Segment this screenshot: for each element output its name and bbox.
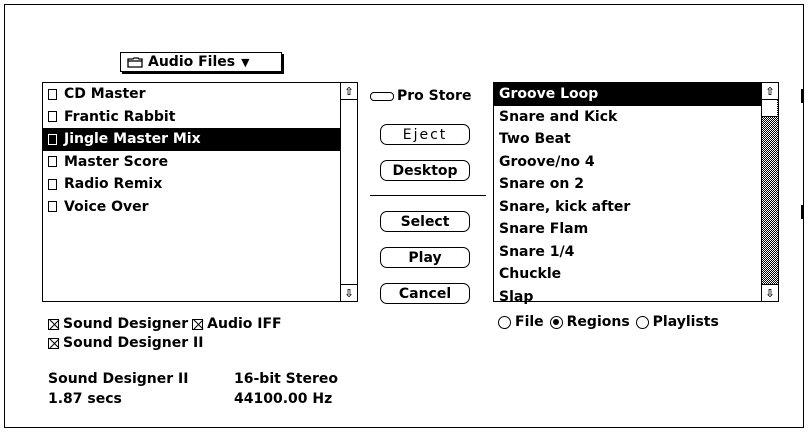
list-item[interactable]: Slap	[494, 286, 761, 309]
info-sample-rate: 44100.00 Hz	[234, 391, 333, 407]
document-icon	[48, 111, 57, 123]
list-item-label: Snare Flam	[499, 221, 589, 238]
list-item[interactable]: Master Score	[43, 151, 340, 174]
disk-name: Pro Store	[370, 88, 471, 104]
button-divider	[370, 195, 486, 196]
document-icon	[48, 156, 57, 168]
list-item[interactable]: Snare and Kick	[494, 106, 761, 129]
folder-popup-label: Audio Files	[148, 54, 236, 70]
info-format: Sound Designer II	[48, 371, 189, 387]
format-options-row-1: Sound Designer Audio IFF	[48, 316, 282, 332]
list-item[interactable]: Snare Flam	[494, 218, 761, 241]
radio-icon	[635, 315, 649, 329]
list-item[interactable]: Snare, kick after	[494, 196, 761, 219]
list-item-label: Groove/no 4	[499, 153, 595, 170]
list-item[interactable]: Groove Loop	[494, 83, 761, 106]
list-item-label: Frantic Rabbit	[64, 108, 176, 125]
scroll-track[interactable]	[762, 100, 778, 284]
list-item-label: Snare and Kick	[499, 108, 618, 125]
region-list-scrollbar[interactable]: ⇧ ⇩	[761, 83, 778, 301]
list-item[interactable]: Snare 1/4	[494, 241, 761, 264]
disk-drive-icon	[370, 91, 394, 101]
checkbox-label: Sound Designer II	[63, 335, 204, 351]
play-button[interactable]: Play	[380, 247, 470, 268]
list-item-label: Master Score	[64, 153, 169, 170]
info-duration: 1.87 secs	[48, 391, 122, 407]
scroll-down-arrow-icon[interactable]: ⇩	[341, 284, 357, 301]
disk-label: Pro Store	[397, 88, 472, 104]
view-mode-radio-group: File Regions Playlists	[498, 314, 725, 330]
list-item-label: CD Master	[64, 86, 146, 103]
list-item[interactable]: CD Master	[43, 83, 340, 106]
checkbox-icon	[48, 337, 59, 349]
list-item[interactable]: Jingle Master Mix	[43, 128, 340, 151]
list-item-label: Voice Over	[64, 198, 149, 215]
chevron-down-icon: ▼	[241, 55, 250, 69]
window-edge-mark	[801, 89, 803, 103]
scroll-down-arrow-icon[interactable]: ⇩	[762, 284, 778, 301]
scroll-up-arrow-icon[interactable]: ⇧	[762, 83, 778, 100]
region-list[interactable]: Groove Loop Snare and Kick Two Beat Groove/…	[493, 82, 779, 305]
audio-iff-checkbox[interactable]: Audio IFF	[192, 316, 282, 332]
radio-regions[interactable]: Regions	[549, 314, 630, 330]
file-list-scrollbar[interactable]: ⇧ ⇩	[340, 83, 357, 301]
list-item-label: Snare, kick after	[499, 198, 631, 215]
info-channels: 16-bit Stereo	[234, 371, 338, 387]
radio-label: File	[515, 314, 544, 330]
radio-file[interactable]: File	[498, 314, 544, 330]
list-item-label: Jingle Master Mix	[64, 131, 201, 148]
select-button[interactable]: Select	[380, 211, 470, 232]
list-item[interactable]: Two Beat	[494, 128, 761, 151]
checkbox-icon	[192, 318, 204, 330]
window-edge-mark	[801, 205, 803, 219]
file-list[interactable]: CD Master Frantic Rabbit Jingle Master Mix…	[42, 82, 358, 302]
list-item[interactable]: Radio Remix	[43, 173, 340, 196]
list-item-label: Slap	[499, 288, 534, 305]
sound-designer-ii-checkbox[interactable]: Sound Designer II	[48, 335, 203, 351]
document-icon	[48, 88, 57, 100]
region-list-rows: Groove Loop Snare and Kick Two Beat Groove/…	[494, 83, 761, 305]
format-options-row-2: Sound Designer II	[48, 335, 203, 351]
list-item[interactable]: Voice Over	[43, 196, 340, 219]
list-item[interactable]: Frantic Rabbit	[43, 106, 340, 129]
checkbox-label: Audio IFF	[207, 316, 282, 332]
radio-label: Regions	[566, 314, 630, 330]
folder-icon	[127, 56, 143, 68]
list-item[interactable]: Chuckle	[494, 263, 761, 286]
radio-icon	[549, 315, 563, 329]
scroll-up-arrow-icon[interactable]: ⇧	[341, 83, 357, 100]
desktop-button[interactable]: Desktop	[380, 160, 470, 181]
checkbox-icon	[48, 318, 59, 330]
sound-designer-checkbox[interactable]: Sound Designer	[48, 316, 188, 332]
scroll-thumb[interactable]	[762, 100, 777, 117]
radio-label: Playlists	[652, 314, 719, 330]
list-item-label: Snare 1/4	[499, 243, 575, 260]
file-list-rows: CD Master Frantic Rabbit Jingle Master Mix…	[43, 83, 340, 301]
document-icon	[48, 201, 57, 213]
document-icon	[48, 133, 57, 145]
list-item[interactable]: Groove/no 4	[494, 151, 761, 174]
list-item-label: Radio Remix	[64, 176, 163, 193]
list-item-label: Snare on 2	[499, 176, 584, 193]
radio-icon	[498, 315, 511, 329]
folder-popup-menu[interactable]: Audio Files ▼	[120, 52, 282, 72]
eject-button[interactable]: Eject	[380, 124, 470, 145]
cancel-button[interactable]: Cancel	[380, 283, 470, 304]
document-icon	[48, 178, 57, 190]
list-item[interactable]: Snare on 2	[494, 173, 761, 196]
radio-playlists[interactable]: Playlists	[635, 314, 719, 330]
list-item-label: Chuckle	[499, 266, 562, 283]
list-item-label: Two Beat	[499, 131, 571, 148]
checkbox-label: Sound Designer	[63, 316, 189, 332]
list-item-label: Groove Loop	[499, 86, 599, 103]
